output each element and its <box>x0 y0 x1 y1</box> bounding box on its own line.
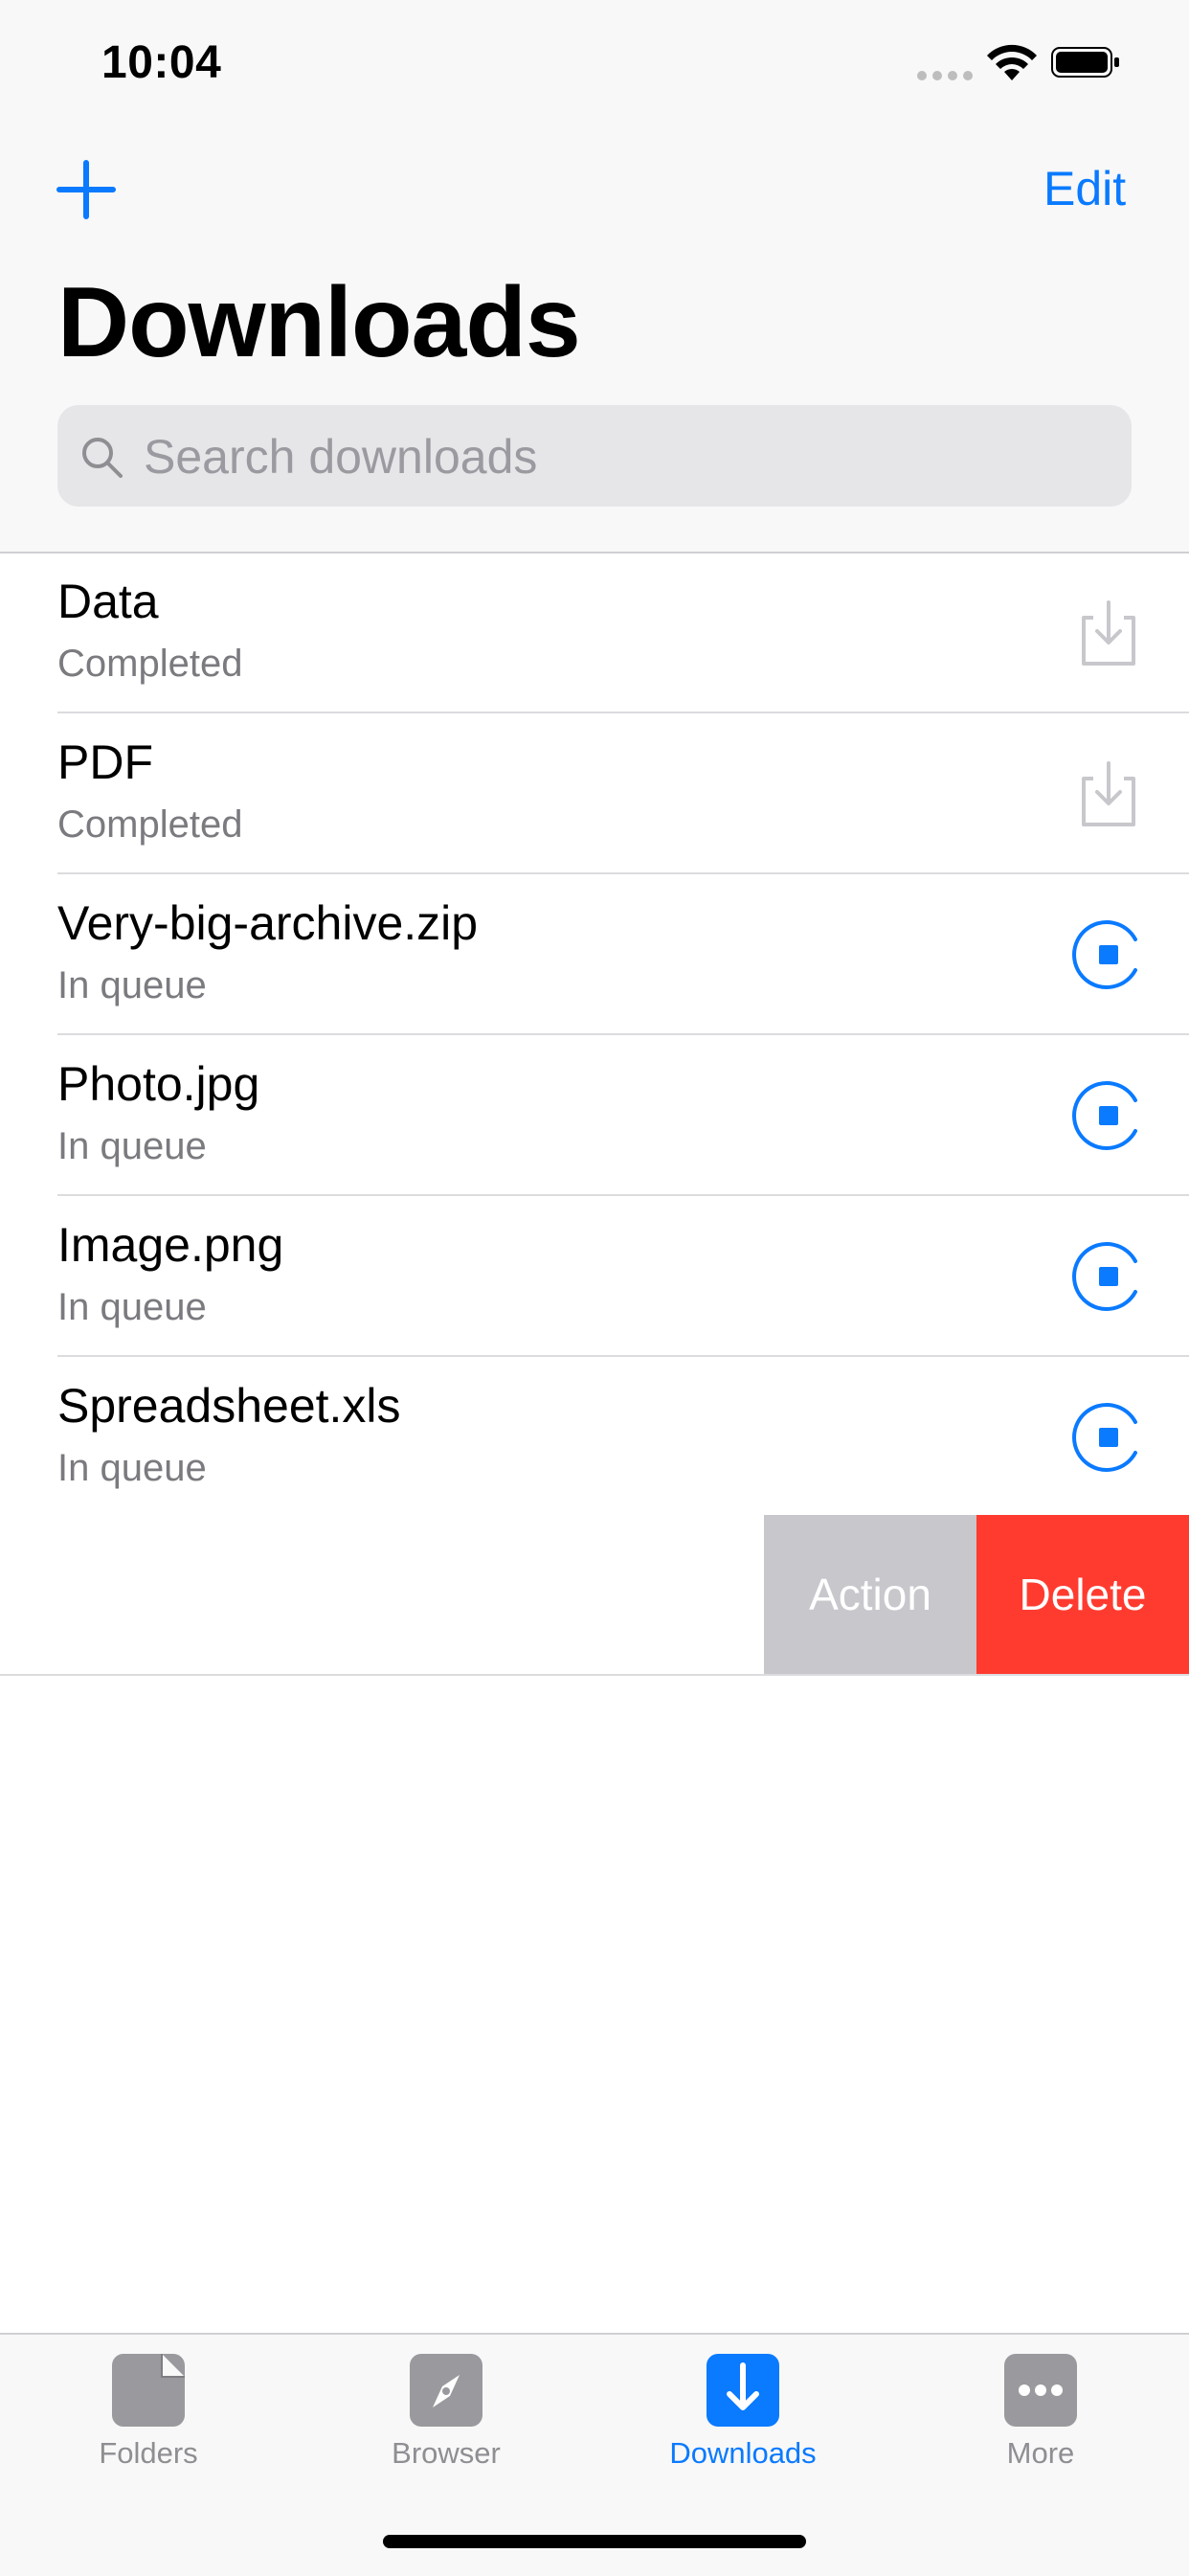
list-item[interactable]: PDF Completed <box>57 713 1189 874</box>
downloads-list: Data Completed PDF Completed Very-big-ar… <box>0 553 1189 1518</box>
status-time: 10:04 <box>101 37 222 88</box>
search-icon <box>82 438 123 478</box>
item-status: In queue <box>57 1286 207 1328</box>
download-arrow-icon <box>707 2354 779 2427</box>
swiped-list-item[interactable]: Action Delete <box>0 1515 1189 1676</box>
tab-more[interactable]: More <box>945 2354 1136 2497</box>
item-title: PDF <box>57 735 153 789</box>
search-bar[interactable] <box>57 405 1132 508</box>
list-item[interactable]: Image.png In queue <box>57 1196 1189 1357</box>
home-indicator <box>383 2535 806 2548</box>
action-button[interactable]: Action <box>764 1515 976 1674</box>
battery-icon <box>1051 47 1119 78</box>
stop-progress-icon[interactable] <box>1072 1401 1145 1474</box>
page-title: Downloads <box>57 267 581 378</box>
list-item[interactable]: Spreadsheet.xls In queue <box>57 1357 1189 1518</box>
item-title: Photo.jpg <box>57 1057 260 1111</box>
item-status: In queue <box>57 964 207 1006</box>
compass-icon <box>410 2354 482 2427</box>
add-button[interactable] <box>56 159 117 220</box>
item-status: Completed <box>57 803 243 846</box>
navigation-header: 10:04 Edit Downloads <box>0 0 1189 554</box>
more-dots-icon <box>1004 2354 1077 2427</box>
item-title: Data <box>57 575 159 628</box>
search-input[interactable] <box>142 405 1103 508</box>
tab-label: Browser <box>392 2436 501 2470</box>
tab-downloads[interactable]: Downloads <box>647 2354 839 2497</box>
item-title: Very-big-archive.zip <box>57 896 479 950</box>
list-item[interactable]: Very-big-archive.zip In queue <box>57 874 1189 1035</box>
wifi-icon <box>987 44 1037 80</box>
folder-icon <box>112 2354 185 2427</box>
stop-progress-icon[interactable] <box>1072 1079 1145 1152</box>
item-status: In queue <box>57 1447 207 1489</box>
list-item[interactable]: Photo.jpg In queue <box>57 1035 1189 1196</box>
download-box-icon[interactable] <box>1072 757 1145 830</box>
item-title: Image.png <box>57 1218 284 1272</box>
item-title: Spreadsheet.xls <box>57 1379 401 1433</box>
stop-progress-icon[interactable] <box>1072 918 1145 991</box>
tab-folders[interactable]: Folders <box>53 2354 244 2497</box>
tab-label: More <box>1006 2436 1075 2470</box>
download-box-icon[interactable] <box>1072 597 1145 669</box>
edit-button[interactable]: Edit <box>1043 161 1126 216</box>
tab-browser[interactable]: Browser <box>350 2354 542 2497</box>
list-item[interactable]: Data Completed <box>57 553 1189 713</box>
delete-button[interactable]: Delete <box>976 1515 1189 1674</box>
item-status: In queue <box>57 1125 207 1167</box>
cellular-signal-icon <box>917 71 975 80</box>
tab-label: Downloads <box>669 2436 817 2470</box>
stop-progress-icon[interactable] <box>1072 1240 1145 1313</box>
tab-label: Folders <box>99 2436 198 2470</box>
item-status: Completed <box>57 643 243 685</box>
